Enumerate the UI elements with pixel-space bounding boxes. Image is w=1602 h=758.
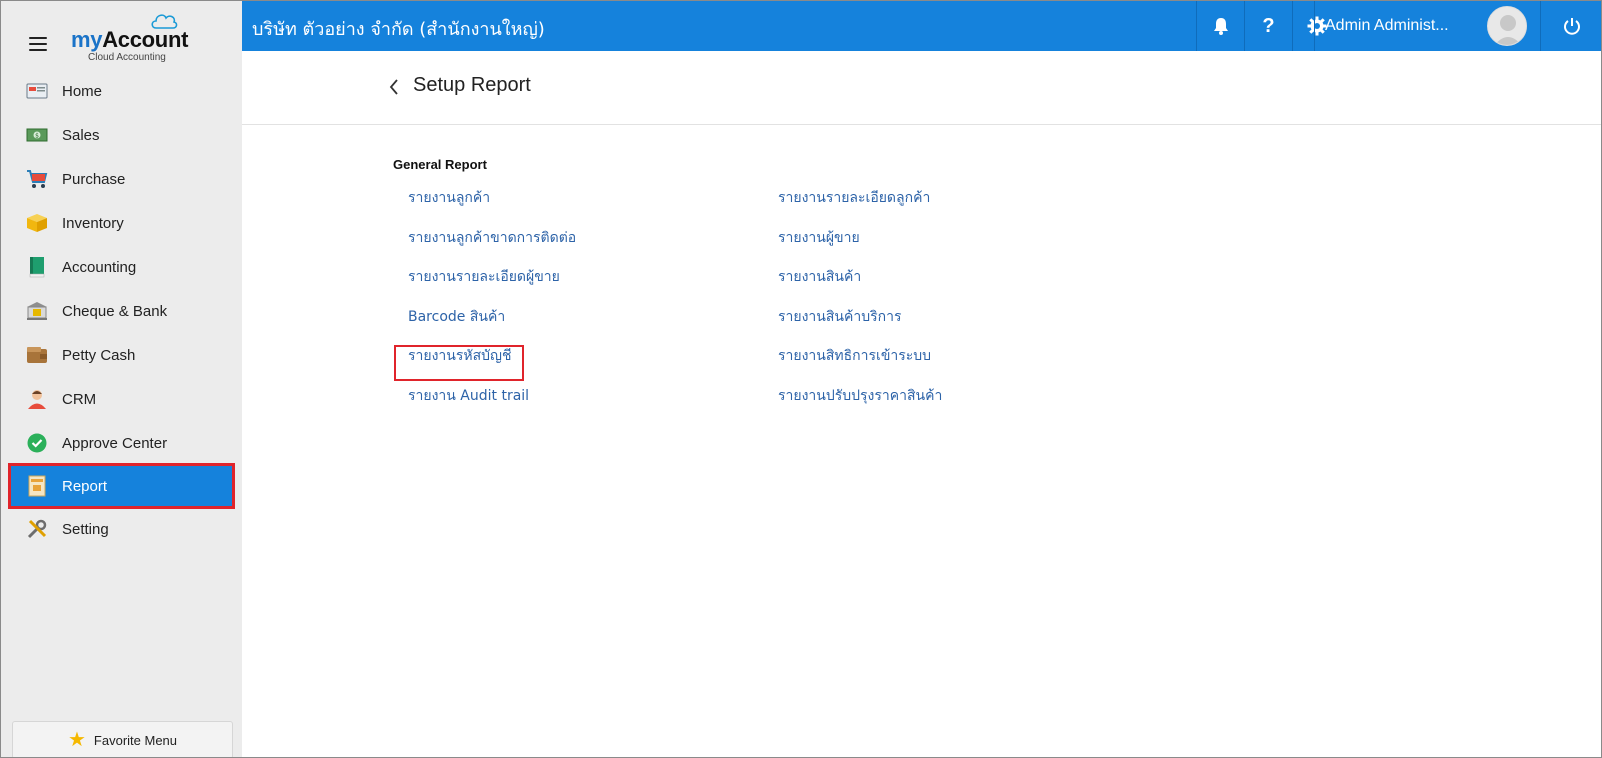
sidebar-item-label: Report [62,477,108,495]
logo-area: myAccount Cloud Accounting [1,1,242,71]
sidebar-item-accounting[interactable]: Accounting [1,245,242,289]
star-icon: ★ [67,729,86,751]
report-link-product-barcode[interactable]: Barcode สินค้า [408,307,505,327]
company-name: บริษัท ตัวอย่าง จำกัด (สำนักงานใหญ่) [252,19,545,40]
main-content: Setup Report General Report รายงานลูกค้า… [242,51,1601,757]
home-icon [26,80,48,102]
page-header: Setup Report [242,51,1601,125]
report-icon [26,475,48,497]
page-title: Setup Report [413,74,531,96]
top-bar: บริษัท ตัวอย่าง จำกัด (สำนักงานใหญ่) ? A… [242,1,1601,51]
sidebar-item-inventory[interactable]: Inventory [1,201,242,245]
report-link-vendor[interactable]: รายงานผู้ขาย [778,228,860,248]
report-link-vendor-detail[interactable]: รายงานรายละเอียดผู้ขาย [408,267,560,287]
wallet-icon [26,344,48,366]
ledger-book-icon [26,256,48,278]
report-link-service-product[interactable]: รายงานสินค้าบริการ [778,307,901,327]
sidebar-item-label: Sales [62,126,100,144]
report-link-account-code[interactable]: รายงานรหัสบัญชี [408,346,511,366]
power-icon [1564,18,1580,35]
report-link-inactive-customer[interactable]: รายงานลูกค้าขาดการติดต่อ [408,228,576,248]
sidebar-item-sales[interactable]: $ Sales [1,113,242,157]
sidebar-item-label: Setting [62,520,109,538]
favorite-menu-label: Favorite Menu [93,732,178,748]
sidebar-item-purchase[interactable]: Purchase [1,157,242,201]
bank-icon [26,300,48,322]
sidebar-nav: Home $ Sales Purchase Inventory Accounti… [1,69,242,551]
user-name: Admin Administ... [1325,17,1449,34]
help-icon: ? [1262,14,1275,37]
user-silhouette-icon [1494,15,1522,45]
report-link-customer[interactable]: รายงานลูกค้า [408,188,490,208]
myaccount-logo[interactable]: myAccount Cloud Accounting [71,11,191,63]
check-circle-icon [26,432,48,454]
back-chevron-icon[interactable] [387,77,401,97]
sidebar-item-label: Accounting [62,258,137,276]
sales-icon: $ [26,124,48,146]
box-icon [26,212,48,234]
report-link-customer-detail[interactable]: รายงานรายละเอียดลูกค้า [778,188,930,208]
sidebar-item-report[interactable]: Report [8,463,235,509]
sidebar-item-label: Cheque & Bank [62,302,168,320]
sidebar-item-petty-cash[interactable]: Petty Cash [1,333,242,377]
sidebar-item-label: Approve Center [62,434,168,452]
section-title-general-report: General Report [393,157,487,172]
sidebar-item-label: Petty Cash [62,346,136,364]
report-link-price-adjustment[interactable]: รายงานปรับปรุงราคาสินค้า [778,386,942,406]
hamburger-menu-icon[interactable] [29,37,47,51]
sidebar-item-label: CRM [62,390,97,408]
help-button[interactable]: ? [1244,1,1292,51]
sidebar-item-crm[interactable]: CRM [1,377,242,421]
app-window: myAccount Cloud Accounting Home $ Sales [0,0,1602,758]
logo-title: myAccount [71,27,189,52]
report-link-access-rights[interactable]: รายงานสิทธิการเข้าระบบ [778,346,931,366]
bell-icon [1213,18,1228,35]
report-link-product[interactable]: รายงานสินค้า [778,267,861,287]
sidebar-item-label: Home [62,82,103,100]
sidebar-item-home[interactable]: Home [1,69,242,113]
sidebar-item-label: Purchase [62,170,126,188]
svg-text:$: $ [35,133,39,140]
notifications-button[interactable] [1196,1,1244,51]
avatar [1487,6,1527,46]
sidebar-item-cheque-bank[interactable]: Cheque & Bank [1,289,242,333]
cart-icon [26,168,48,190]
report-link-audit-trail[interactable]: รายงาน Audit trail [408,386,529,406]
tools-icon [26,518,48,540]
favorite-menu-button[interactable]: ★ Favorite Menu [12,721,233,757]
sidebar-item-label: Inventory [62,214,124,232]
sidebar-item-approve-center[interactable]: Approve Center [1,421,242,465]
sidebar-item-setting[interactable]: Setting [1,507,242,551]
person-icon [26,388,48,410]
sidebar: myAccount Cloud Accounting Home $ Sales [1,1,242,757]
logo-subtitle: Cloud Accounting [88,52,166,63]
logout-button[interactable] [1540,1,1601,51]
